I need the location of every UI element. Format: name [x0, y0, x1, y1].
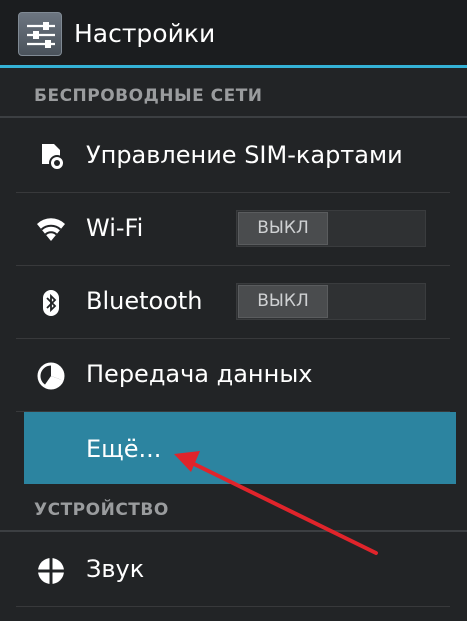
page-title: Настройки: [74, 19, 216, 48]
settings-item-label: Ещё...: [86, 435, 162, 463]
settings-item-bluetooth[interactable]: Bluetooth ВЫКЛ: [16, 266, 450, 339]
settings-item-sim-management[interactable]: Управление SIM-картами: [16, 120, 450, 193]
toggle-state-label: ВЫКЛ: [238, 285, 328, 318]
toggle-state-label: ВЫКЛ: [238, 212, 328, 245]
sound-icon: [36, 556, 66, 586]
section-header-label: УСТРОЙСТВО: [34, 500, 169, 520]
sim-card-icon: [36, 142, 66, 172]
settings-sliders-icon[interactable]: [18, 12, 62, 56]
settings-item-label: Управление SIM-картами: [86, 141, 403, 169]
settings-item-more[interactable]: Ещё...: [24, 412, 456, 484]
settings-item-label: Звук: [86, 555, 145, 583]
wifi-toggle[interactable]: ВЫКЛ: [236, 210, 426, 247]
section-header-device: УСТРОЙСТВО: [0, 486, 467, 532]
settings-item-wifi[interactable]: Wi-Fi ВЫКЛ: [16, 193, 450, 266]
settings-item-label: Bluetooth: [86, 287, 203, 315]
bluetooth-icon: [36, 288, 66, 318]
wifi-icon: [36, 215, 66, 245]
settings-item-label: Wi-Fi: [86, 214, 144, 242]
section-header-wireless: БЕСПРОВОДНЫЕ СЕТИ: [0, 72, 467, 118]
bluetooth-toggle[interactable]: ВЫКЛ: [236, 283, 426, 320]
action-bar: Настройки: [0, 0, 467, 68]
settings-item-sound[interactable]: Звук: [16, 534, 450, 607]
settings-item-label: Передача данных: [86, 360, 313, 388]
data-usage-icon: [36, 361, 66, 391]
settings-item-data-usage[interactable]: Передача данных: [16, 339, 450, 412]
section-header-label: БЕСПРОВОДНЫЕ СЕТИ: [34, 86, 263, 106]
